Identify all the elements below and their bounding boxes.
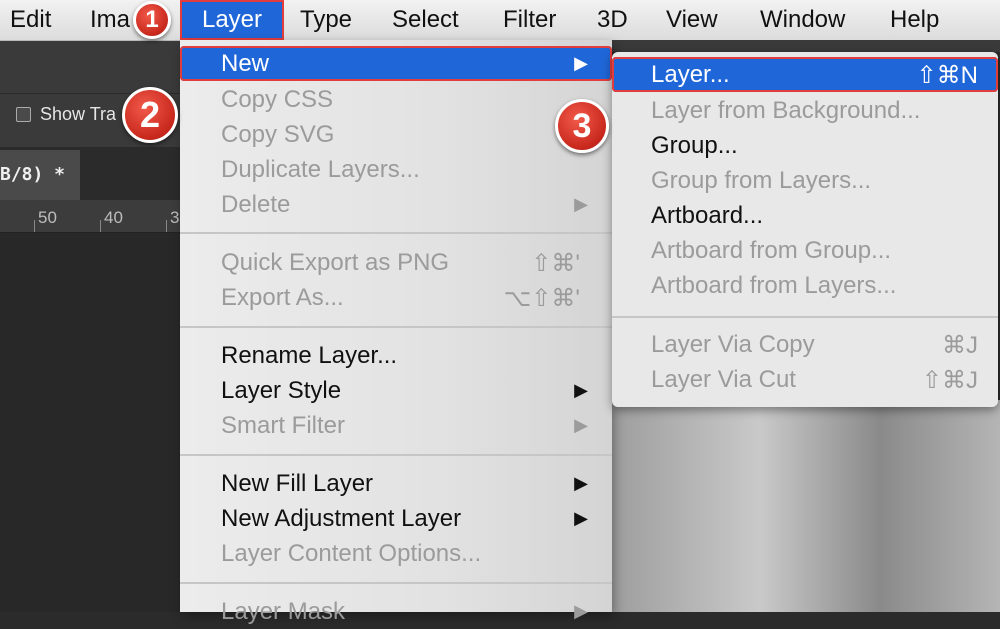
menu-divider [180,232,612,234]
menu-help[interactable]: Help [890,0,939,40]
submenu-arrow-icon: ▶ [574,194,588,214]
submenu-arrow-icon: ▶ [574,508,588,528]
submenu-item-layer[interactable]: Layer... ⇧⌘N [612,57,998,92]
submenu-item-label: Layer Via Cut [651,366,796,393]
menu-3d[interactable]: 3D [597,0,628,40]
menu-item-quick-export[interactable]: Quick Export as PNG ⇧⌘' [180,245,612,280]
menu-item-label: Copy SVG [221,121,335,148]
menu-item-smart-filter[interactable]: Smart Filter ▶ [180,408,612,443]
menu-item-new-fill-layer[interactable]: New Fill Layer ▶ [180,466,612,501]
submenu-item-label: Layer... [651,61,730,88]
submenu-arrow-icon: ▶ [574,473,588,493]
menu-item-duplicate-layers[interactable]: Duplicate Layers... [180,152,612,187]
document-tab-title: B/8) * [0,164,66,185]
submenu-item-artboard-from-layers[interactable]: Artboard from Layers... [612,268,998,303]
step-3-badge: 3 [555,99,609,153]
menu-item-new-adjustment-layer[interactable]: New Adjustment Layer ▶ [180,501,612,536]
horizontal-ruler: 50 40 3 [0,200,182,233]
menu-view[interactable]: View [666,0,718,40]
menu-select[interactable]: Select [392,0,459,40]
show-transform-label: Show Tra [40,104,117,124]
menu-item-label: Quick Export as PNG [221,249,450,276]
submenu-item-layer-via-copy[interactable]: Layer Via Copy ⌘J [612,327,998,362]
submenu-divider [612,316,998,318]
menu-item-label: Smart Filter [221,412,346,439]
menu-divider [180,582,612,584]
menu-item-label: New Adjustment Layer [221,505,462,532]
submenu-item-shortcut: ⇧⌘N [916,62,978,89]
menu-item-label: Rename Layer... [221,342,398,369]
menu-item-layer-content-options[interactable]: Layer Content Options... [180,536,612,571]
canvas-area[interactable] [0,233,182,612]
menu-item-shortcut: ⇧⌘' [531,250,580,277]
menu-layer[interactable]: Layer [180,0,284,40]
options-bar-right [600,40,1000,52]
menu-divider [180,326,612,328]
document-tab[interactable]: B/8) * [0,150,80,200]
submenu-item-shortcut: ⇧⌘J [921,367,978,394]
submenu-item-shortcut: ⌘J [942,332,978,359]
menu-item-delete[interactable]: Delete ▶ [180,187,612,222]
menu-item-label: Copy CSS [221,86,334,113]
submenu-item-label: Layer from Background... [651,97,921,124]
submenu-arrow-icon: ▶ [574,53,588,73]
menu-item-label: Export As... [221,284,344,311]
menu-item-copy-svg[interactable]: Copy SVG [180,117,612,152]
submenu-item-artboard-from-group[interactable]: Artboard from Group... [612,233,998,268]
submenu-arrow-icon: ▶ [574,380,588,400]
submenu-item-label: Group from Layers... [651,167,872,194]
ruler-tick [166,220,167,232]
step-2-badge: 2 [122,87,178,143]
ruler-label: 40 [104,208,123,227]
submenu-item-label: Layer Via Copy [651,331,815,358]
menu-item-label: Delete [221,191,291,218]
show-transform-checkbox[interactable] [16,107,31,122]
submenu-item-label: Artboard from Group... [651,237,892,264]
menu-item-label: New Fill Layer [221,470,374,497]
layer-dropdown-menu: New ▶ Copy CSS Copy SVG Duplicate Layers… [180,40,612,625]
menu-item-label: Duplicate Layers... [221,156,420,183]
menu-filter[interactable]: Filter [503,0,556,40]
submenu-item-artboard[interactable]: Artboard... [612,198,998,233]
menu-image[interactable]: Ima [90,0,130,40]
menu-item-copy-css[interactable]: Copy CSS [180,82,612,117]
submenu-item-label: Artboard... [651,202,764,229]
submenu-item-group-from-layers[interactable]: Group from Layers... [612,163,998,198]
menu-edit[interactable]: Edit [10,0,51,40]
menu-item-label: Layer Content Options... [221,540,482,567]
submenu-item-group[interactable]: Group... [612,128,998,163]
submenu-arrow-icon: ▶ [574,415,588,435]
menu-item-label: Layer Mask [221,598,346,625]
submenu-item-label: Artboard from Layers... [651,272,897,299]
menu-item-export-as[interactable]: Export As... ⌥⇧⌘' [180,280,612,315]
new-submenu: Layer... ⇧⌘N Layer from Background... Gr… [612,52,998,407]
submenu-item-label: Group... [651,132,738,159]
submenu-item-layer-from-background[interactable]: Layer from Background... [612,93,998,128]
submenu-item-layer-via-cut[interactable]: Layer Via Cut ⇧⌘J [612,362,998,397]
ruler-tick [34,220,35,232]
menu-type[interactable]: Type [300,0,352,40]
ruler-label: 50 [38,208,57,227]
menu-item-label: Layer Style [221,377,342,404]
menu-item-layer-style[interactable]: Layer Style ▶ [180,373,612,408]
menu-item-rename-layer[interactable]: Rename Layer... [180,338,612,373]
menu-window[interactable]: Window [760,0,845,40]
ruler-label: 3 [170,208,180,227]
menu-item-shortcut: ⌥⇧⌘' [503,285,580,312]
step-1-badge: 1 [133,1,171,39]
menu-item-label: New [221,50,270,77]
ruler-tick [100,220,101,232]
menu-item-new[interactable]: New ▶ [180,46,612,81]
document-photo [600,400,1000,612]
menu-divider [180,454,612,456]
